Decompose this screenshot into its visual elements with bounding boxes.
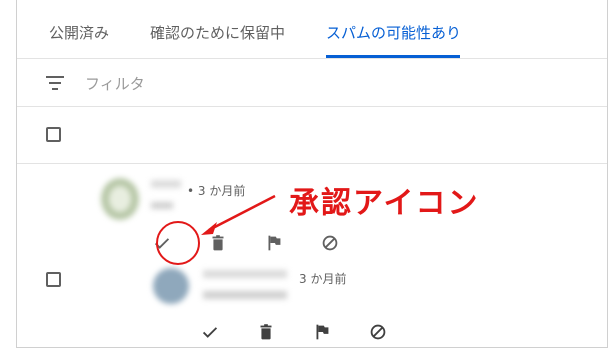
comments-panel: 公開済み 確認のために保留中 スパムの可能性あり • 3 か月前 xyxy=(16,0,608,348)
delete-trash-icon[interactable] xyxy=(255,321,277,343)
annotation-label: 承認アイコン xyxy=(289,186,480,221)
select-all-row xyxy=(17,107,607,164)
comment-checkbox[interactable] xyxy=(46,272,61,287)
annotation-highlight-circle xyxy=(156,221,200,265)
author-name xyxy=(151,180,181,188)
avatar-detail xyxy=(109,186,131,212)
filter-icon[interactable] xyxy=(45,74,65,92)
report-flag-icon[interactable] xyxy=(263,232,285,254)
comment-text xyxy=(203,291,287,299)
filter-bar xyxy=(17,59,607,107)
delete-trash-icon[interactable] xyxy=(207,232,229,254)
block-icon[interactable] xyxy=(367,321,389,343)
comment-timestamp: 3 か月前 xyxy=(299,272,347,286)
report-flag-icon[interactable] xyxy=(311,321,333,343)
tab-held-for-review[interactable]: 確認のために保留中 xyxy=(150,22,285,43)
block-icon[interactable] xyxy=(319,232,341,254)
avatar xyxy=(153,268,189,304)
comment-text xyxy=(151,202,173,209)
select-all-checkbox[interactable] xyxy=(46,127,61,142)
comment-timestamp: • 3 か月前 xyxy=(187,184,246,198)
active-tab-indicator xyxy=(326,55,460,58)
tab-bar: 公開済み 確認のために保留中 スパムの可能性あり xyxy=(17,0,607,59)
tab-likely-spam[interactable]: スパムの可能性あり xyxy=(326,22,461,43)
tab-published[interactable]: 公開済み xyxy=(49,22,109,43)
filter-input[interactable] xyxy=(83,71,387,97)
approve-check-icon[interactable] xyxy=(199,321,221,343)
author-name xyxy=(203,270,287,278)
